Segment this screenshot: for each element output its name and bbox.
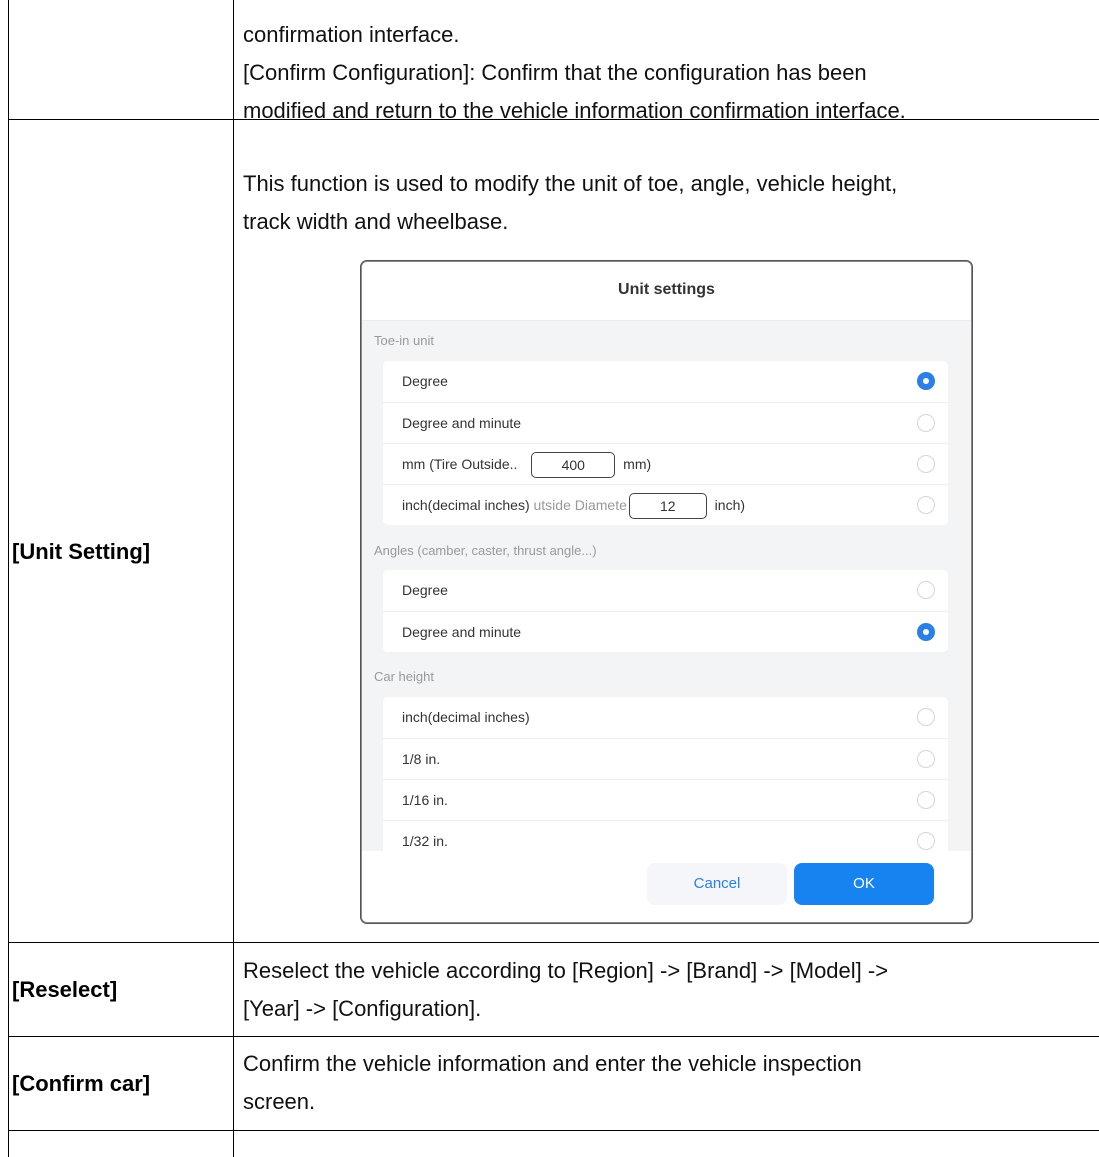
angles-section-label: Angles (camber, caster, thrust angle...) [374, 543, 597, 558]
unit-setting-desc-line1: This function is used to modify the unit… [243, 171, 898, 196]
radio-icon[interactable] [917, 708, 935, 726]
radio-selected-icon[interactable] [917, 372, 935, 390]
radio-icon[interactable] [917, 581, 935, 599]
dialog-footer: Cancel OK [362, 851, 971, 922]
table-column-divider [233, 0, 234, 1157]
cancel-button[interactable]: Cancel [647, 863, 787, 905]
option-row[interactable]: Degree and minute [383, 402, 948, 444]
car-height-section-label: Car height [374, 669, 434, 684]
option-row[interactable]: 1/16 in. [383, 779, 948, 821]
table-border-bottom [8, 1130, 1099, 1131]
toe-in-unit-section-label: Toe-in unit [374, 333, 434, 348]
mm-option-prefix: mm (Tire Outside.. [402, 456, 518, 472]
unit-setting-desc-line2: track width and wheelbase. [243, 209, 509, 234]
option-row[interactable]: inch(decimal inches) utside Diamete 12 i… [383, 484, 948, 526]
option-label: mm (Tire Outside.. 400 mm) [402, 444, 651, 485]
row1-line1: confirmation interface. [243, 22, 460, 47]
row1-line2: [Confirm Configuration]: Confirm that th… [243, 60, 867, 85]
inch-option-faded-text: utside Diamete [533, 497, 627, 513]
car-height-options: inch(decimal inches) 1/8 in. 1/16 in. 1/… [383, 697, 948, 851]
option-row[interactable]: inch(decimal inches) [383, 697, 948, 738]
reselect-line2: [Year] -> [Configuration]. [243, 996, 482, 1021]
document-table: confirmation interface. [Confirm Configu… [0, 0, 1099, 1157]
radio-icon[interactable] [917, 414, 935, 432]
option-label: 1/16 in. [402, 792, 448, 808]
option-label: Degree [402, 373, 448, 389]
option-label: Degree and minute [402, 624, 522, 640]
radio-icon[interactable] [917, 496, 935, 514]
option-label: Degree [402, 582, 448, 598]
unit-setting-description: This function is used to modify the unit… [243, 165, 1093, 241]
reselect-label: [Reselect] [12, 977, 118, 1002]
option-label: 1/8 in. [402, 751, 441, 767]
row1-description: confirmation interface. [Confirm Configu… [243, 16, 1093, 130]
option-label: inch(decimal inches) [402, 709, 530, 725]
radio-icon[interactable] [917, 832, 935, 850]
tire-diameter-input[interactable]: 400 [531, 452, 616, 479]
row-divider-2 [8, 942, 1099, 943]
mm-option-suffix: mm) [623, 456, 652, 472]
inch-option-prefix: inch(decimal inches) [402, 497, 530, 513]
option-label: Degree and minute [402, 415, 522, 431]
option-row[interactable]: Degree and minute [383, 611, 948, 653]
table-border-left [8, 0, 9, 1157]
confirm-car-line2: screen. [243, 1089, 316, 1114]
unit-settings-dialog: Unit settings Toe-in unit Degree Degree … [361, 261, 972, 923]
confirm-car-line1: Confirm the vehicle information and ente… [243, 1051, 862, 1076]
radio-icon[interactable] [917, 750, 935, 768]
reselect-line1: Reselect the vehicle according to [Regio… [243, 958, 889, 983]
option-row[interactable]: 1/8 in. [383, 738, 948, 780]
confirm-car-label: [Confirm car] [12, 1071, 151, 1096]
dialog-title: Unit settings [362, 262, 971, 321]
angles-options: Degree Degree and minute [383, 570, 948, 652]
row-divider-3 [8, 1036, 1099, 1037]
option-row[interactable]: Degree [383, 361, 948, 402]
unit-setting-label: [Unit Setting] [12, 539, 151, 564]
dialog-body[interactable]: Toe-in unit Degree Degree and minute mm … [362, 321, 971, 851]
option-row[interactable]: 1/32 in. [383, 820, 948, 851]
option-label: 1/32 in. [402, 833, 448, 849]
toe-in-unit-options: Degree Degree and minute mm (Tire Outsid… [383, 361, 948, 525]
inch-diameter-input[interactable]: 12 [628, 493, 707, 520]
radio-icon[interactable] [917, 791, 935, 809]
radio-selected-icon[interactable] [917, 623, 935, 641]
row1-line3: modified and return to the vehicle infor… [243, 98, 906, 123]
ok-button[interactable]: OK [794, 863, 934, 905]
option-row[interactable]: Degree [383, 570, 948, 611]
radio-icon[interactable] [917, 455, 935, 473]
confirm-car-description: Confirm the vehicle information and ente… [243, 1045, 1093, 1121]
reselect-description: Reselect the vehicle according to [Regio… [243, 952, 1093, 1028]
option-row[interactable]: mm (Tire Outside.. 400 mm) [383, 443, 948, 485]
option-label: inch(decimal inches) utside Diamete 12 i… [402, 485, 745, 526]
inch-option-suffix: inch) [714, 497, 746, 513]
